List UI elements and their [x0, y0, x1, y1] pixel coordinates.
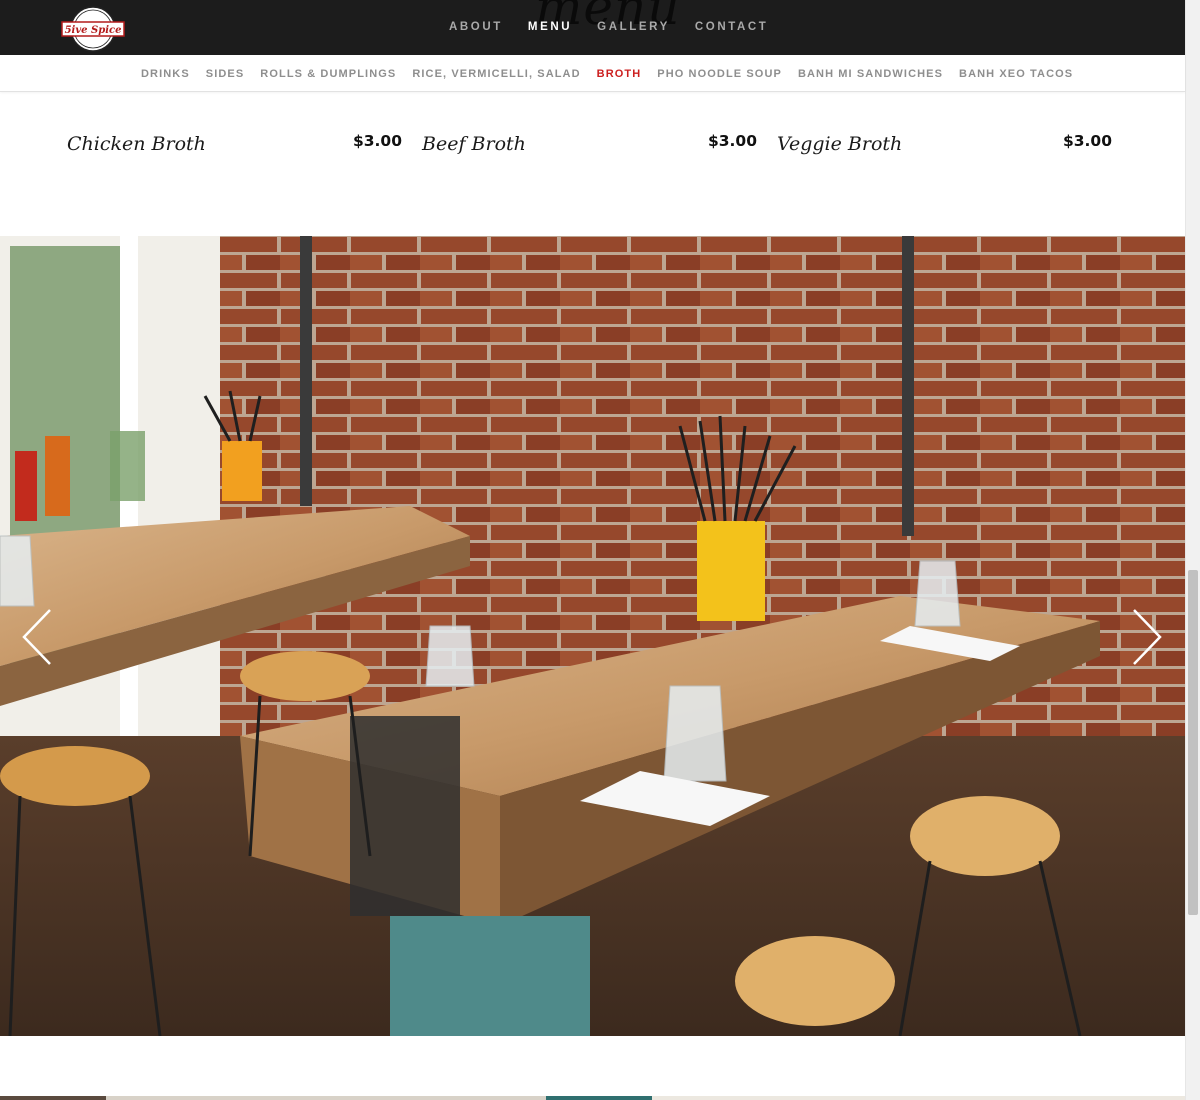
menu-item-name: Chicken Broth [67, 133, 206, 155]
nav-about[interactable]: ABOUT [449, 21, 503, 33]
logo[interactable]: 5ive Spice [60, 5, 126, 53]
menu-item: Beef Broth $3.00 [422, 126, 757, 166]
menu-item-name: Beef Broth [422, 133, 526, 155]
category-pho-noodle-soup[interactable]: PHO NOODLE SOUP [657, 68, 782, 80]
restaurant-photo-slider [0, 236, 1185, 1036]
menu-item-name: Veggie Broth [777, 133, 903, 155]
restaurant-interior-photo [0, 236, 1185, 1036]
menu-category-nav: DRINKS SIDES ROLLS & DUMPLINGS RICE, VER… [0, 55, 1185, 92]
category-rice-vermicelli-salad[interactable]: RICE, VERMICELLI, SALAD [412, 68, 580, 80]
chevron-right-icon [1133, 609, 1162, 665]
slider-prev-button[interactable] [20, 608, 54, 666]
logo-text: 5ive Spice [65, 25, 122, 36]
nav-contact[interactable]: CONTACT [695, 21, 769, 33]
gallery-thumb[interactable] [546, 1096, 652, 1100]
category-broth[interactable]: BROTH [597, 68, 642, 80]
menu-item: Veggie Broth $3.00 [777, 126, 1112, 166]
page-scrollbar[interactable] [1185, 0, 1200, 1100]
top-navigation-bar: 5ive Spice menu ABOUT MENU GALLERY CONTA… [0, 0, 1185, 55]
menu-item: Chicken Broth $3.00 [67, 126, 402, 166]
gallery-strip [0, 1096, 1185, 1100]
category-banh-xeo-tacos[interactable]: BANH XEO TACOS [959, 68, 1073, 80]
category-drinks[interactable]: DRINKS [141, 68, 190, 80]
gallery-thumb[interactable] [106, 1096, 546, 1100]
scrollbar-thumb[interactable] [1188, 570, 1198, 915]
menu-item-price: $3.00 [1062, 132, 1112, 150]
category-rolls-dumplings[interactable]: ROLLS & DUMPLINGS [260, 68, 396, 80]
menu-item-price: $3.00 [352, 132, 402, 150]
slider-next-button[interactable] [1130, 608, 1164, 666]
gallery-thumb[interactable] [652, 1096, 1185, 1100]
menu-item-price: $3.00 [707, 132, 757, 150]
main-navigation: ABOUT MENU GALLERY CONTACT [449, 21, 768, 33]
nav-menu[interactable]: MENU [528, 21, 572, 33]
category-sides[interactable]: SIDES [206, 68, 245, 80]
gallery-thumb[interactable] [0, 1096, 106, 1100]
nav-gallery[interactable]: GALLERY [597, 21, 670, 33]
chevron-left-icon [22, 609, 51, 665]
category-banh-mi-sandwiches[interactable]: BANH MI SANDWICHES [798, 68, 943, 80]
